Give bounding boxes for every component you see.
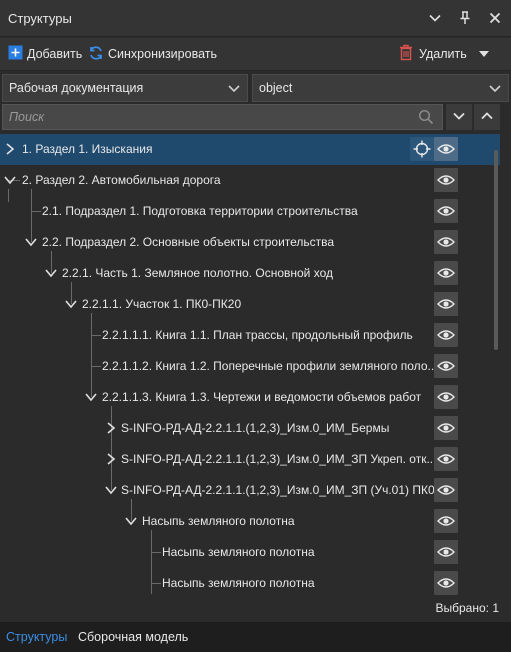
sync-button-label: Синхронизировать — [108, 47, 217, 61]
tree-row-label: 2.1. Подраздел 1. Подготовка территории … — [42, 204, 358, 218]
search-row: Поиск — [0, 104, 511, 130]
chevron-down-icon[interactable] — [65, 297, 77, 311]
sync-button[interactable]: Синхронизировать — [88, 38, 217, 70]
eye-icon[interactable] — [434, 354, 458, 378]
eye-icon[interactable] — [434, 509, 458, 533]
search-icon — [418, 109, 434, 128]
eye-icon[interactable] — [434, 199, 458, 223]
trash-icon — [399, 44, 413, 64]
tree-row-label: S-INFO-РД-АД-2.2.1.1.(1,2,3)_Изм.0_ИМ_Бе… — [121, 421, 390, 435]
eye-icon[interactable] — [434, 323, 458, 347]
tree-row[interactable]: 2.2.1. Часть 1. Земляное полотно. Основн… — [0, 258, 500, 289]
tree-row[interactable]: S-INFO-РД-АД-2.2.1.1.(1,2,3)_Изм.0_ИМ_Бе… — [0, 413, 500, 444]
tree-row-label: S-INFO-РД-АД-2.2.1.1.(1,2,3)_Изм.0_ИМ_ЗП… — [121, 452, 437, 466]
eye-icon[interactable] — [434, 385, 458, 409]
tree-row[interactable]: S-INFO-РД-АД-2.2.1.1.(1,2,3)_Изм.0_ИМ_ЗП… — [0, 444, 500, 475]
close-icon[interactable] — [487, 10, 503, 26]
tab-assembly-model[interactable]: Сборочная модель — [78, 622, 188, 652]
tree-row[interactable]: S-INFO-РД-АД-2.2.1.1.(1,2,3)_Изм.0_ИМ_ЗП… — [0, 475, 500, 506]
structure-tree: 1. Раздел 1. Изыскания 2. Раздел 2. Авто… — [0, 134, 511, 598]
tree-row[interactable]: Насыпь земляного полотна — [0, 568, 500, 598]
tree-row[interactable]: Насыпь земляного полотна — [0, 506, 500, 537]
chevron-right-icon[interactable] — [105, 421, 117, 435]
chevron-down-icon[interactable] — [25, 235, 37, 249]
tab-structures[interactable]: Структуры — [6, 622, 67, 652]
tree-row-label: 2.2.1.1. Участок 1. ПК0-ПК20 — [82, 297, 242, 311]
eye-icon[interactable] — [434, 230, 458, 254]
tree-row-label: 2.2.1. Часть 1. Земляное полотно. Основн… — [62, 266, 333, 280]
eye-icon[interactable] — [434, 571, 458, 595]
tree-row[interactable]: 2.2.1.1.1. Книга 1.1. План трассы, продо… — [0, 320, 500, 351]
eye-icon[interactable] — [434, 168, 458, 192]
eye-icon[interactable] — [434, 292, 458, 316]
chevron-down-icon[interactable] — [4, 173, 16, 187]
eye-icon[interactable] — [434, 478, 458, 502]
toolbar-menu-button[interactable] — [478, 38, 490, 70]
eye-icon[interactable] — [434, 261, 458, 285]
eye-icon[interactable] — [434, 137, 458, 161]
eye-icon[interactable] — [434, 540, 458, 564]
search-prev-button[interactable] — [474, 104, 500, 130]
tree-row[interactable]: 2. Раздел 2. Автомобильная дорога — [0, 165, 500, 196]
add-button[interactable]: Добавить — [8, 38, 82, 70]
add-button-label: Добавить — [27, 47, 83, 61]
bottom-tab-bar: Структуры Сборочная модель — [0, 622, 511, 652]
plus-icon — [8, 45, 23, 63]
structure-toolbar: Добавить Синхронизировать Удалить — [0, 38, 511, 71]
tree-row-label: 2.2.1.1.1. Книга 1.1. План трассы, продо… — [102, 328, 413, 342]
tree-row-label: Насыпь земляного полотна — [162, 545, 315, 559]
chevron-up-icon — [480, 109, 494, 126]
tree-row-label: S-INFO-РД-АД-2.2.1.1.(1,2,3)_Изм.0_ИМ_ЗП… — [121, 483, 445, 497]
selected-count: Выбрано: 1 — [435, 601, 500, 615]
tree-row-label: 1. Раздел 1. Изыскания — [22, 142, 153, 156]
doc-type-value: Рабочая документация — [9, 81, 144, 95]
tree-row-label: Насыпь земляного полотна — [142, 514, 295, 528]
tree-row[interactable]: 2.2. Подраздел 2. Основные объекты строи… — [0, 227, 500, 258]
filter-row: Рабочая документация object — [0, 72, 511, 104]
search-next-button[interactable] — [446, 104, 472, 130]
chevron-down-icon[interactable] — [85, 390, 97, 404]
sync-icon — [88, 45, 104, 64]
panel-titlebar: Структуры — [0, 0, 511, 37]
tree-row-label: Насыпь земляного полотна — [162, 576, 315, 590]
object-value: object — [259, 81, 293, 95]
tree-row[interactable]: 2.2.1.1.2. Книга 1.2. Поперечные профили… — [0, 351, 500, 382]
tree-scrollbar[interactable] — [494, 150, 498, 350]
chevron-down-icon — [488, 81, 502, 98]
tree-row[interactable]: 2.2.1.1. Участок 1. ПК0-ПК20 — [0, 289, 500, 320]
tree-row[interactable]: Насыпь земляного полотна — [0, 537, 500, 568]
chevron-down-icon — [227, 81, 241, 98]
eye-icon[interactable] — [434, 447, 458, 471]
tree-row-label: 2.2. Подраздел 2. Основные объекты строи… — [42, 235, 335, 249]
chevron-down-icon[interactable] — [105, 483, 117, 497]
tree-row-label: 2.2.1.1.3. Книга 1.3. Чертежи и ведомост… — [102, 390, 422, 404]
eye-icon[interactable] — [434, 416, 458, 440]
locate-icon[interactable] — [410, 137, 434, 161]
chevron-down-icon — [452, 109, 466, 126]
chevron-down-icon[interactable] — [125, 514, 137, 528]
delete-button-label: Удалить — [419, 47, 467, 61]
panel-title: Структуры — [8, 10, 72, 26]
search-input[interactable]: Поиск — [2, 104, 443, 130]
chevron-right-icon[interactable] — [4, 142, 16, 156]
object-select[interactable]: object — [252, 74, 509, 102]
tree-row-label: 2. Раздел 2. Автомобильная дорога — [22, 173, 221, 187]
chevron-down-icon[interactable] — [45, 266, 57, 280]
chevron-right-icon[interactable] — [105, 452, 117, 466]
dropdown-arrow-icon — [478, 47, 490, 62]
tree-row[interactable]: 2.1. Подраздел 1. Подготовка территории … — [0, 196, 500, 227]
search-placeholder: Поиск — [9, 110, 45, 124]
delete-button[interactable]: Удалить — [399, 38, 467, 70]
tree-row[interactable]: 1. Раздел 1. Изыскания — [0, 134, 500, 165]
tree-row[interactable]: 2.2.1.1.3. Книга 1.3. Чертежи и ведомост… — [0, 382, 500, 413]
doc-type-select[interactable]: Рабочая документация — [2, 74, 248, 102]
tree-row-label: 2.2.1.1.2. Книга 1.2. Поперечные профили… — [102, 359, 438, 373]
pin-icon[interactable] — [457, 10, 473, 26]
chevron-down-icon[interactable] — [427, 10, 443, 26]
